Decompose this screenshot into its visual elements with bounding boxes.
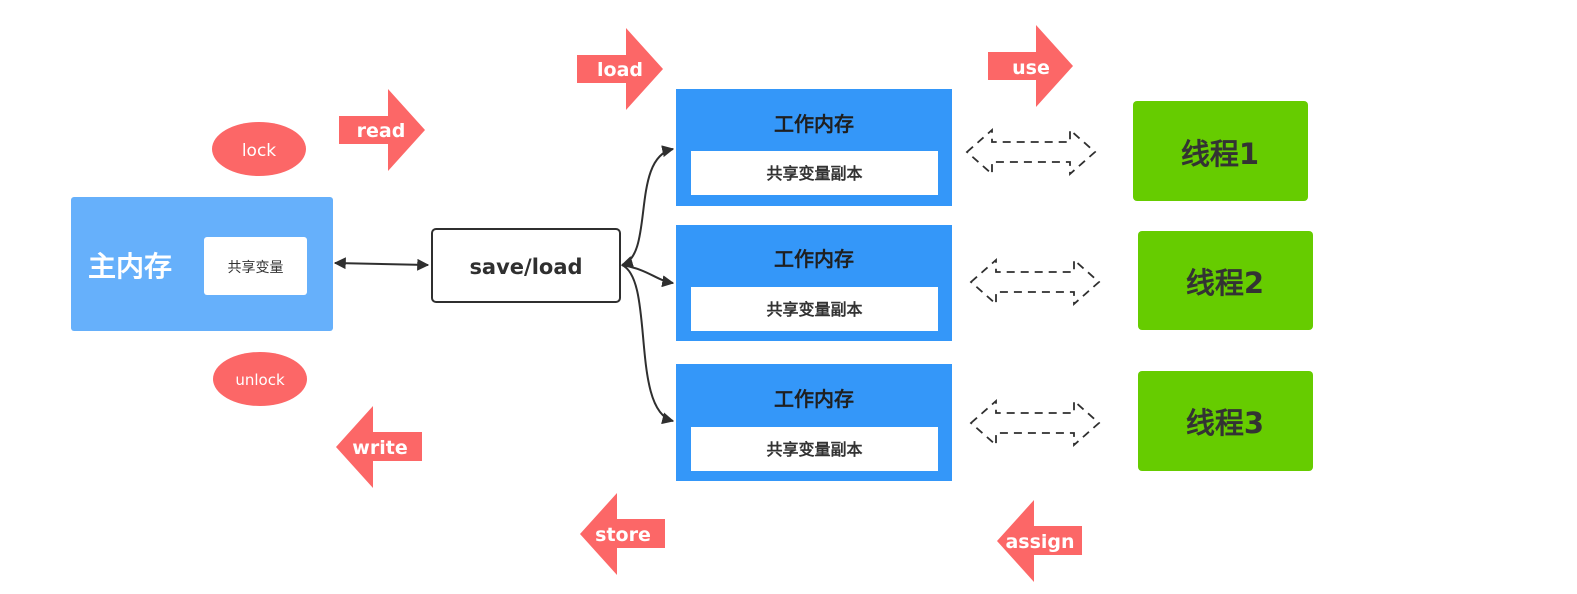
- thread-label: 线程3: [1186, 406, 1264, 440]
- load-op: load: [577, 28, 663, 110]
- memory-model-diagram: 主内存 共享变量 lock unlock read write load sto…: [71, 25, 1313, 582]
- shared-copy-label: 共享变量副本: [766, 300, 862, 319]
- read-label: read: [357, 120, 406, 142]
- main-memory-block: 主内存 共享变量: [71, 197, 333, 331]
- thread-label: 线程1: [1181, 137, 1259, 171]
- write-label: write: [352, 437, 407, 459]
- work-memory-title: 工作内存: [774, 112, 854, 136]
- dashed-double-arrow-1: [965, 128, 1097, 176]
- main-hub-connector: [333, 257, 430, 271]
- work-memory-title: 工作内存: [774, 247, 854, 271]
- lock-label: lock: [242, 141, 276, 161]
- thread-3: 线程3: [1138, 371, 1313, 471]
- dashed-double-arrow-3: [969, 399, 1101, 447]
- unlock-op: unlock: [213, 352, 307, 406]
- use-op: use: [988, 25, 1073, 107]
- load-label: load: [597, 59, 643, 81]
- thread-label: 线程2: [1186, 266, 1264, 300]
- lock-op: lock: [212, 122, 306, 176]
- hub-work3-connector: [621, 264, 675, 425]
- hub-work2-connector: [621, 264, 675, 288]
- assign-label: assign: [1005, 531, 1074, 553]
- shared-copy-label: 共享变量副本: [766, 440, 862, 459]
- thread-1: 线程1: [1133, 101, 1308, 201]
- hub-work1-connector: [620, 145, 675, 268]
- shared-copy-label: 共享变量副本: [766, 164, 862, 183]
- save-load-hub: save/load: [431, 228, 621, 303]
- work-memory-1: 工作内存 共享变量副本: [676, 89, 952, 206]
- store-op: store: [580, 493, 665, 575]
- thread-2: 线程2: [1138, 231, 1313, 330]
- work-memory-2: 工作内存 共享变量副本: [676, 225, 952, 341]
- unlock-label: unlock: [235, 371, 285, 389]
- shared-variable-label: 共享变量: [228, 259, 284, 276]
- main-memory-title: 主内存: [88, 250, 172, 283]
- read-op: read: [339, 89, 425, 171]
- work-memory-title: 工作内存: [774, 387, 854, 411]
- write-op: write: [336, 406, 422, 488]
- store-label: store: [595, 524, 651, 546]
- use-label: use: [1012, 57, 1050, 79]
- assign-op: assign: [997, 500, 1082, 582]
- hub-label: save/load: [469, 255, 582, 279]
- work-memory-3: 工作内存 共享变量副本: [676, 364, 952, 481]
- dashed-double-arrow-2: [969, 258, 1101, 306]
